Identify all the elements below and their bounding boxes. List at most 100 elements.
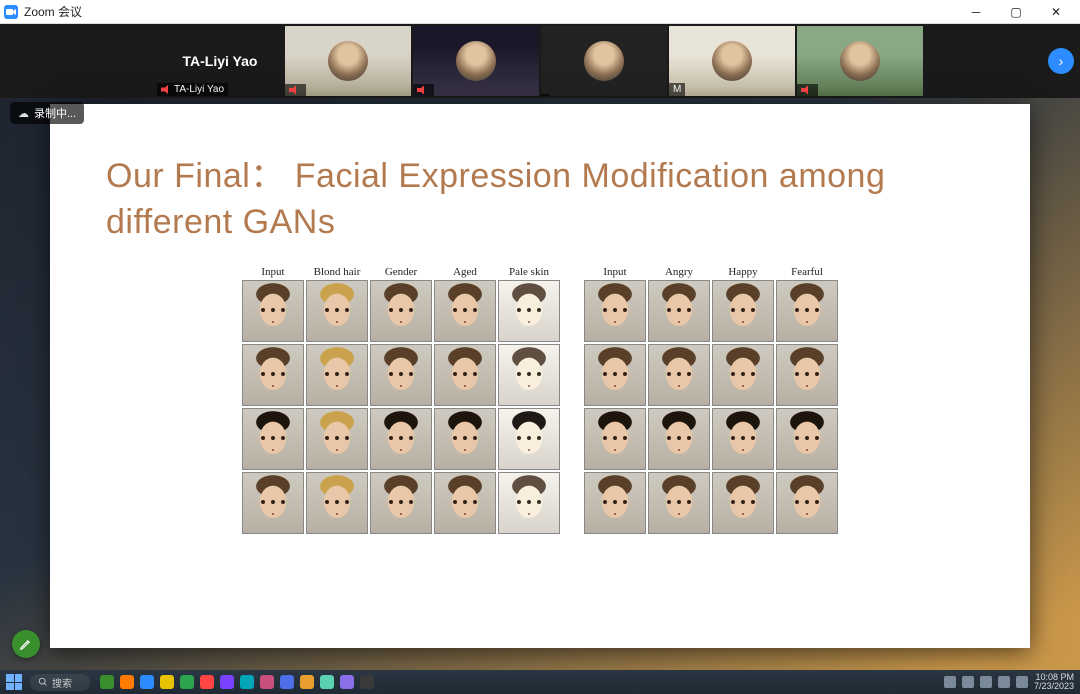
face-cell (306, 472, 368, 534)
windows-taskbar: 搜索 10:08 PM 7/23/2023 (0, 670, 1080, 694)
window-titlebar: Zoom 会议 ─ ▢ ✕ (0, 0, 1080, 24)
participant-tile-active-speaker[interactable] (413, 26, 539, 96)
face-cell (776, 408, 838, 470)
participant-tile[interactable] (285, 26, 411, 96)
left-face-grid: Input Blond hair Gender Aged Pale skin (242, 266, 560, 534)
face-row (584, 344, 838, 406)
window-controls: ─ ▢ ✕ (956, 0, 1076, 24)
face-image (243, 345, 303, 405)
tray-volume-icon[interactable] (998, 676, 1010, 688)
taskbar-app-icon[interactable] (220, 675, 234, 689)
face-cell (242, 344, 304, 406)
taskbar-app-icon[interactable] (260, 675, 274, 689)
taskbar-app-icon[interactable] (120, 675, 134, 689)
face-image (499, 473, 559, 533)
col-header: Input (584, 266, 646, 278)
face-cell (498, 280, 560, 342)
face-image (435, 281, 495, 341)
face-cell (648, 344, 710, 406)
face-cell (370, 344, 432, 406)
tray-icon[interactable] (962, 676, 974, 688)
face-image (435, 473, 495, 533)
window-close-button[interactable]: ✕ (1036, 0, 1076, 24)
col-header: Angry (648, 266, 710, 278)
face-cell (648, 472, 710, 534)
window-maximize-button[interactable]: ▢ (996, 0, 1036, 24)
taskbar-app-icon[interactable] (240, 675, 254, 689)
face-cell (434, 472, 496, 534)
col-header: Fearful (776, 266, 838, 278)
face-cell (370, 472, 432, 534)
face-image (371, 473, 431, 533)
search-placeholder: 搜索 (52, 675, 72, 690)
face-image (307, 473, 367, 533)
face-cell (776, 280, 838, 342)
taskbar-app-icon[interactable] (160, 675, 174, 689)
gallery-next-button[interactable]: › (1048, 48, 1074, 74)
taskbar-app-icon[interactable] (320, 675, 334, 689)
face-image (777, 473, 837, 533)
face-cell (648, 408, 710, 470)
face-cell (584, 408, 646, 470)
face-image (585, 409, 645, 469)
participant-gallery: TA-Liyi Yao TA-Liyi Yao M (0, 24, 1080, 98)
taskbar-clock[interactable]: 10:08 PM 7/23/2023 (1034, 673, 1074, 691)
participant-tile[interactable]: M (669, 26, 795, 96)
face-image (499, 409, 559, 469)
participant-tile[interactable] (541, 26, 667, 96)
window-minimize-button[interactable]: ─ (956, 0, 996, 24)
taskbar-app-icon[interactable] (180, 675, 194, 689)
tray-wifi-icon[interactable] (980, 676, 992, 688)
face-image (777, 409, 837, 469)
col-header: Input (242, 266, 304, 278)
face-row (584, 280, 838, 342)
slide-title: Our Final： Facial Expression Modificatio… (106, 154, 974, 246)
face-cell (306, 344, 368, 406)
face-row (584, 408, 838, 470)
participant-tile-self[interactable]: TA-Liyi Yao TA-Liyi Yao (157, 26, 283, 96)
face-image (307, 345, 367, 405)
tray-battery-icon[interactable] (1016, 676, 1028, 688)
face-cell (306, 408, 368, 470)
participant-tile[interactable] (797, 26, 923, 96)
face-image (777, 281, 837, 341)
face-image (649, 473, 709, 533)
face-row (242, 472, 560, 534)
col-header: Pale skin (498, 266, 560, 278)
taskbar-app-icon[interactable] (300, 675, 314, 689)
face-cell (242, 472, 304, 534)
right-grid-headers: Input Angry Happy Fearful (584, 266, 838, 278)
col-header: Gender (370, 266, 432, 278)
face-image (307, 409, 367, 469)
col-header: Blond hair (306, 266, 368, 278)
taskbar-app-icon[interactable] (340, 675, 354, 689)
face-image (435, 345, 495, 405)
mic-muted-icon (801, 85, 811, 95)
face-image (243, 281, 303, 341)
participant-name-label: M (673, 84, 681, 95)
start-button[interactable] (6, 674, 22, 690)
face-image (499, 345, 559, 405)
taskbar-search[interactable]: 搜索 (30, 674, 90, 691)
recording-indicator[interactable]: ☁ 录制中... (10, 102, 84, 124)
mic-muted-icon (161, 85, 171, 95)
face-cell (648, 280, 710, 342)
face-cell (712, 472, 774, 534)
face-cell (498, 344, 560, 406)
face-row (242, 408, 560, 470)
self-display-name: TA-Liyi Yao (183, 53, 258, 69)
face-cell (434, 280, 496, 342)
face-image (371, 409, 431, 469)
taskbar-app-icon[interactable] (360, 675, 374, 689)
taskbar-app-icon[interactable] (140, 675, 154, 689)
face-cell (370, 280, 432, 342)
face-cell (370, 408, 432, 470)
taskbar-app-icon[interactable] (100, 675, 114, 689)
taskbar-app-icon[interactable] (200, 675, 214, 689)
zoom-app-icon (4, 5, 18, 19)
annotation-pen-button[interactable] (12, 630, 40, 658)
tray-icon[interactable] (944, 676, 956, 688)
face-cell (712, 408, 774, 470)
face-image (585, 473, 645, 533)
taskbar-app-icon[interactable] (280, 675, 294, 689)
